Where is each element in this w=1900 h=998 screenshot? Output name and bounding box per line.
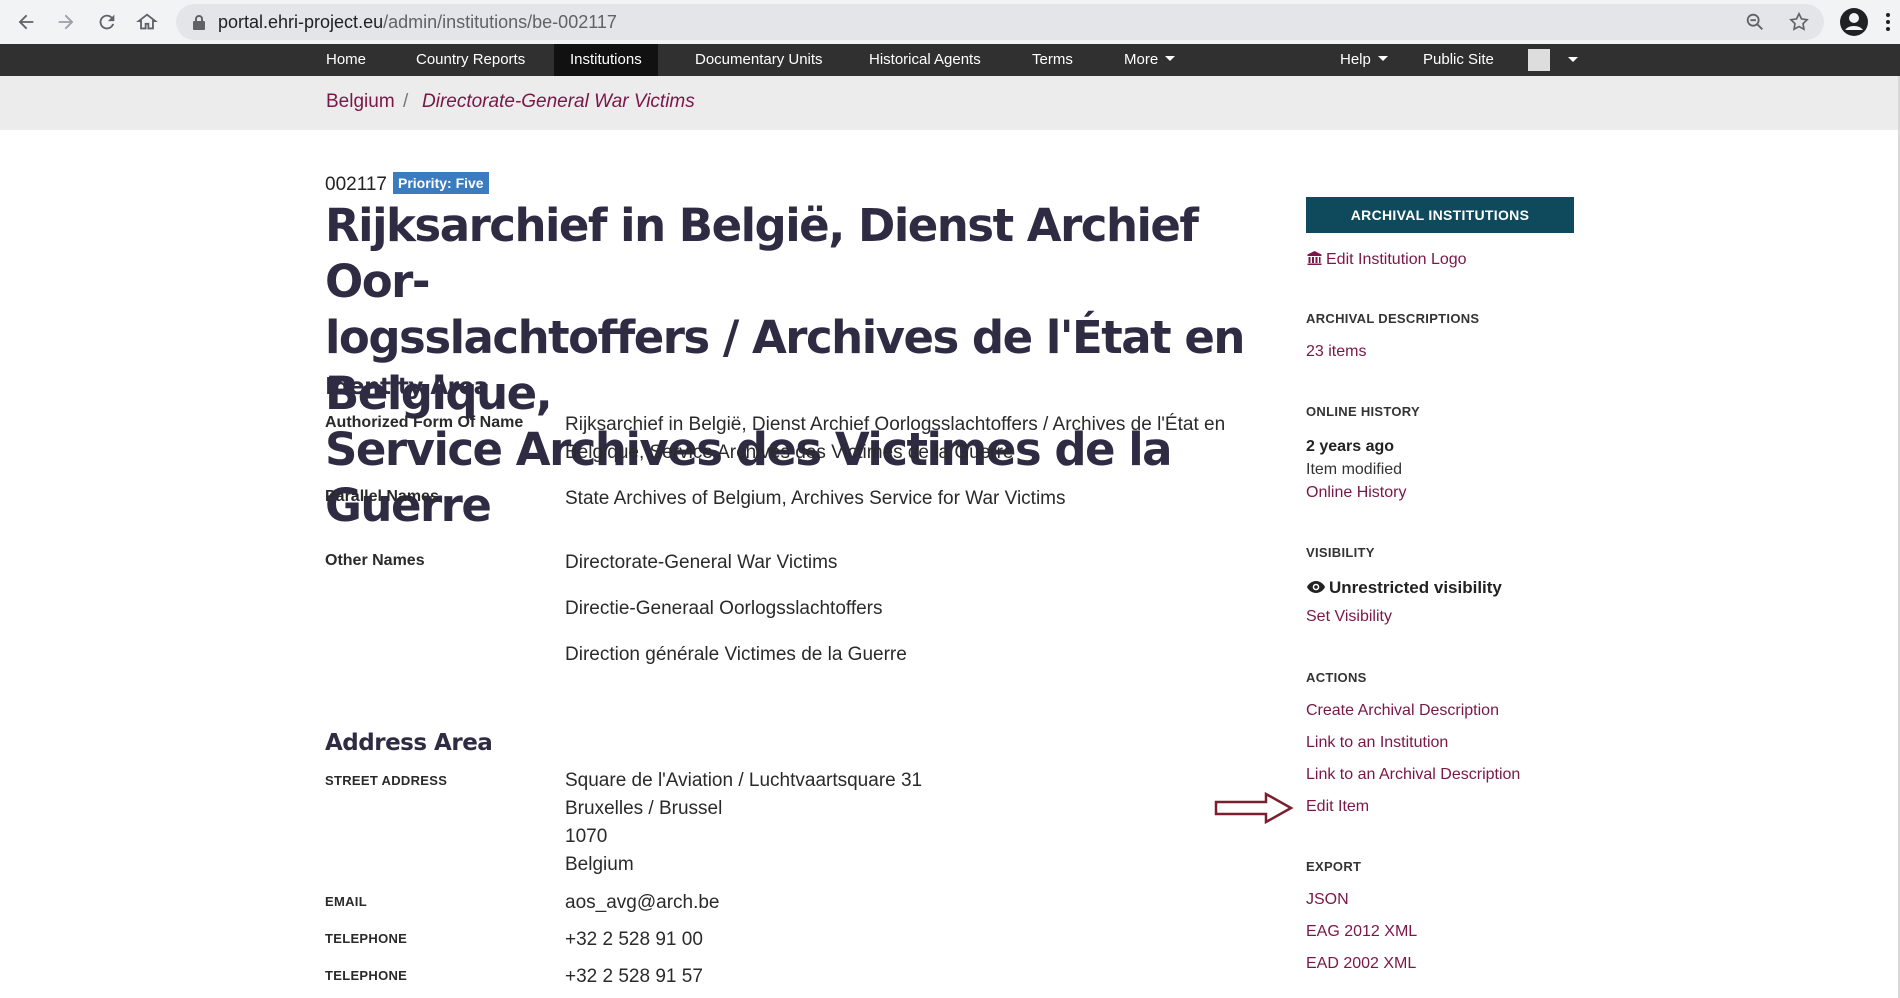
parallel-names-value: State Archives of Belgium, Archives Serv… — [565, 488, 1066, 509]
nav-country-reports[interactable]: Country Reports — [400, 44, 541, 76]
chevron-down-icon — [1165, 56, 1176, 61]
priority-badge: Priority: Five — [393, 172, 489, 194]
export-json-link[interactable]: JSON — [1306, 891, 1349, 909]
set-visibility-link[interactable]: Set Visibility — [1306, 608, 1392, 626]
parallel-names-label: Parallel Names — [325, 488, 439, 505]
visibility-value: Unrestricted visibility — [1329, 578, 1502, 597]
telephone-label: TELEPHONE — [325, 968, 408, 983]
forward-icon[interactable] — [46, 2, 86, 42]
nav-historical-agents[interactable]: Historical Agents — [853, 44, 997, 76]
user-menu-chevron-icon[interactable] — [1568, 57, 1578, 62]
back-icon[interactable] — [6, 2, 46, 42]
address-line: Bruxelles / Brussel — [565, 798, 723, 819]
url-path: /admin/institutions/be-002117 — [383, 11, 617, 32]
main-navbar: Home Country Reports Institutions Docume… — [0, 44, 1900, 76]
authorized-name-label: Authorized Form Of Name — [325, 414, 524, 431]
street-address-value: Square de l'Aviation / Luchtvaartsquare … — [565, 767, 1265, 879]
profile-icon[interactable] — [1836, 4, 1872, 40]
address-bar[interactable]: portal.ehri-project.eu/admin/institution… — [176, 4, 1824, 40]
other-name: Directorate-General War Victims — [565, 552, 838, 573]
other-names-label: Other Names — [325, 552, 425, 569]
export-eag-link[interactable]: EAG 2012 XML — [1306, 923, 1417, 941]
address-line: Belgium — [565, 854, 634, 875]
create-archival-description-link[interactable]: Create Archival Description — [1306, 702, 1499, 720]
record-id-line: 002117 Priority: Five — [325, 172, 489, 196]
address-line: Square de l'Aviation / Luchtvaartsquare … — [565, 770, 923, 791]
lock-icon — [193, 15, 205, 30]
other-name: Directie-Generaal Oorlogsslachtoffers — [565, 598, 883, 619]
record-id: 002117 — [325, 174, 387, 195]
nav-terms[interactable]: Terms — [1016, 44, 1089, 76]
other-name: Direction générale Victimes de la Guerre — [565, 644, 907, 665]
telephone-value: +32 2 528 91 57 — [565, 966, 703, 987]
sidebar-header: ARCHIVAL INSTITUTIONS — [1306, 197, 1574, 233]
nav-more-label: More — [1124, 51, 1159, 68]
nav-documentary-units[interactable]: Documentary Units — [679, 44, 839, 76]
edit-logo-label: Edit Institution Logo — [1326, 251, 1467, 268]
url-text: portal.ehri-project.eu/admin/institution… — [218, 12, 617, 33]
export-title: EXPORT — [1306, 859, 1362, 874]
annotation-arrow-icon — [1214, 791, 1294, 825]
browser-menu-icon[interactable] — [1880, 10, 1896, 34]
nav-help-label: Help — [1340, 51, 1371, 68]
edit-item-link[interactable]: Edit Item — [1306, 798, 1369, 816]
email-label: EMAIL — [325, 894, 367, 909]
eye-icon — [1307, 581, 1325, 593]
telephone-label: TELEPHONE — [325, 931, 408, 946]
url-domain: portal.ehri-project.eu — [218, 11, 384, 32]
chevron-down-icon — [1377, 56, 1388, 61]
nav-more[interactable]: More — [1108, 44, 1191, 76]
title-line: logsslachtoffers / Archives de l'État en… — [325, 311, 1245, 420]
breadcrumb-separator: / — [403, 91, 409, 112]
address-area-heading: Address Area — [325, 730, 493, 756]
home-icon[interactable] — [127, 2, 167, 42]
actions-title: ACTIONS — [1306, 670, 1367, 685]
online-history-title: ONLINE HISTORY — [1306, 404, 1420, 419]
items-count-link[interactable]: 23 items — [1306, 343, 1366, 361]
user-avatar[interactable] — [1528, 49, 1550, 71]
breadcrumb-country[interactable]: Belgium — [326, 91, 395, 113]
email-value: aos_avg@arch.be — [565, 892, 720, 913]
reload-icon[interactable] — [87, 2, 127, 42]
telephone-value: +32 2 528 91 00 — [565, 929, 703, 950]
bookmark-star-icon[interactable] — [1788, 11, 1810, 33]
nav-home[interactable]: Home — [310, 44, 382, 76]
online-history-link[interactable]: Online History — [1306, 484, 1406, 502]
link-archival-description-link[interactable]: Link to an Archival Description — [1306, 766, 1520, 784]
address-line: 1070 — [565, 826, 608, 847]
institution-icon — [1307, 251, 1322, 265]
export-ead-link[interactable]: EAD 2002 XML — [1306, 955, 1416, 973]
visibility-status: Unrestricted visibility — [1306, 578, 1502, 598]
browser-toolbar: portal.ehri-project.eu/admin/institution… — [0, 0, 1900, 44]
page-title: Rijksarchief in België, Dienst Archief O… — [325, 198, 1265, 534]
nav-help[interactable]: Help — [1324, 44, 1404, 76]
nav-institutions[interactable]: Institutions — [554, 44, 658, 76]
value-line: Rijksarchief in België, Dienst Archief O… — [565, 414, 1226, 435]
history-time: 2 years ago — [1306, 438, 1395, 455]
nav-public-site[interactable]: Public Site — [1407, 44, 1510, 76]
breadcrumb: Belgium / Directorate-General War Victim… — [0, 76, 1900, 130]
title-line: Rijksarchief in België, Dienst Archief O… — [325, 199, 1199, 308]
visibility-title: VISIBILITY — [1306, 545, 1375, 560]
history-event: Item modified — [1306, 461, 1403, 478]
authorized-name-value: Rijksarchief in België, Dienst Archief O… — [565, 411, 1265, 467]
zoom-icon[interactable] — [1744, 11, 1766, 33]
identity-area-heading: Identity Area — [325, 374, 489, 400]
value-line: Belgique, Service Archives des Victimes … — [565, 442, 1014, 463]
street-address-label: STREET ADDRESS — [325, 773, 448, 788]
breadcrumb-current[interactable]: Directorate-General War Victims — [422, 91, 695, 113]
archival-descriptions-title: ARCHIVAL DESCRIPTIONS — [1306, 311, 1480, 326]
link-institution-link[interactable]: Link to an Institution — [1306, 734, 1448, 752]
edit-logo-link[interactable]: Edit Institution Logo — [1306, 250, 1467, 269]
